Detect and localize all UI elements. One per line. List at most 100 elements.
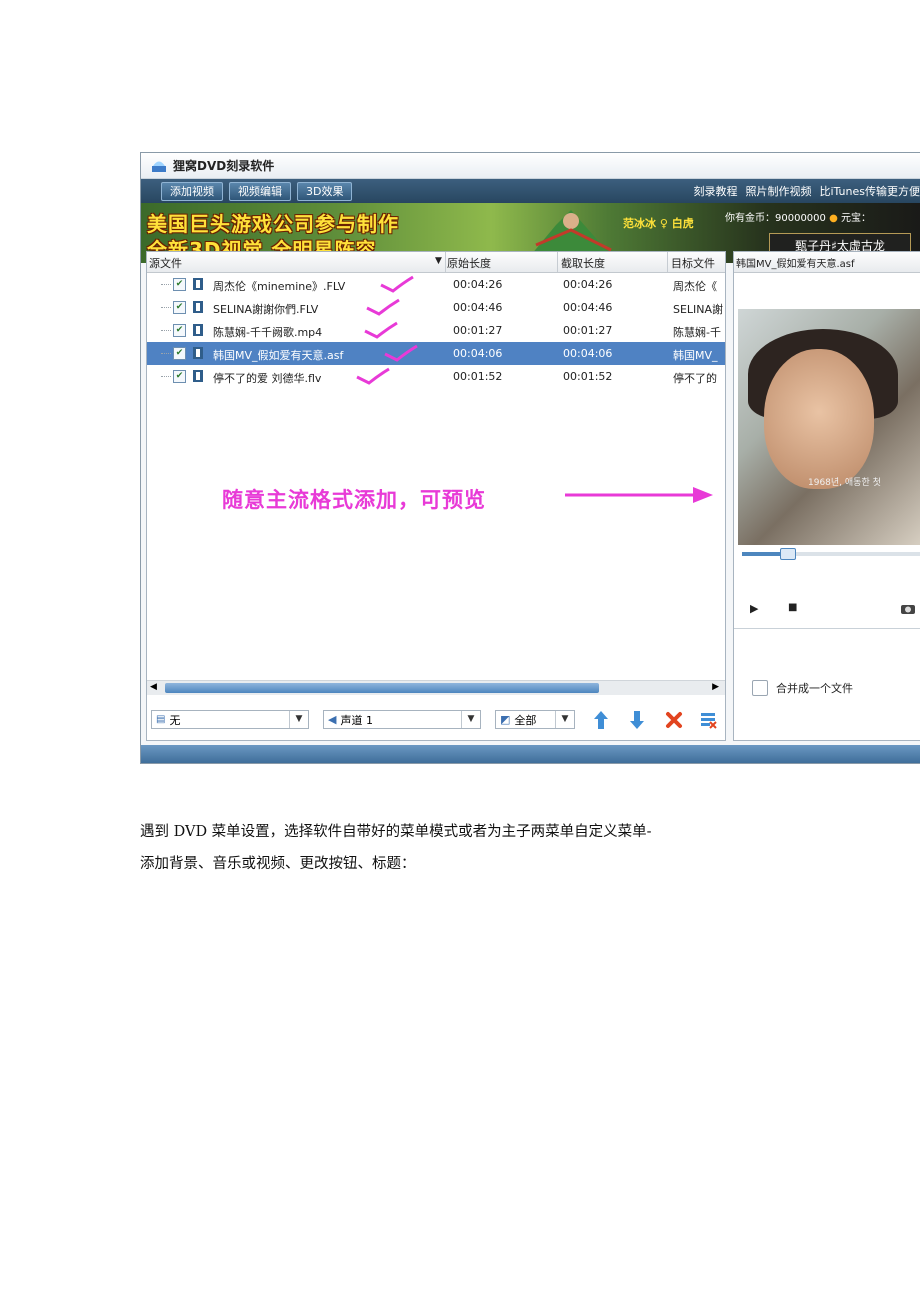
move-up-icon[interactable] [593,710,609,730]
cut-length: 00:01:27 [563,324,613,337]
col-cut-length[interactable]: 截取长度 [561,255,605,271]
annotation-text: 随意主流格式添加，可预览 [222,488,486,512]
title-bar: 狸窝DVD刻录软件 [141,153,920,179]
film-icon [193,301,203,313]
photo-video-link[interactable]: 照片制作视频 [745,183,811,199]
sort-arrow-icon: ▼ [435,256,442,266]
row-checkbox[interactable]: ✔ [173,347,186,360]
row-checkbox[interactable]: ✔ [173,370,186,383]
row-checkbox[interactable]: ✔ [173,278,186,291]
status-bar [141,745,920,763]
horizontal-scrollbar[interactable]: ◀ ▶ [147,680,725,695]
cut-length: 00:04:06 [563,347,613,360]
cut-length: 00:04:26 [563,278,613,291]
camera-icon[interactable] [900,602,916,615]
video-figure-face [764,349,874,489]
check-mark-icon [364,321,398,339]
col-orig-length[interactable]: 原始长度 [447,255,491,271]
paragraph-line-2: 添加背景、音乐或视频、更改按钮、标题： [140,856,416,872]
orig-length: 00:01:52 [453,370,503,383]
row-checkbox[interactable]: ✔ [173,324,186,337]
file-name: 周杰伦《minemine》.FLV [213,280,346,293]
move-down-icon[interactable] [629,710,645,730]
row-checkbox[interactable]: ✔ [173,301,186,314]
film-icon [193,347,203,359]
speaker-icon: ◀ [328,713,337,726]
chevron-down-icon[interactable]: ▼ [289,711,308,728]
merge-label: 合并成一个文件 [776,682,853,695]
check-mark-icon [356,367,390,385]
add-video-button[interactable]: 添加视频 [161,181,223,201]
target-file: 陈慧娴-千 [673,326,721,339]
subtitle-value: 无 [169,713,181,727]
film-icon [193,278,203,290]
target-file: 韩国MV_ [673,349,718,362]
col-source[interactable]: 源文件 [149,255,182,271]
film-icon [193,370,203,382]
app-title: 狸窝DVD刻录软件 [173,159,275,173]
subtitle-select[interactable]: ▤ 无 ▼ [151,710,309,729]
app-window: 狸窝DVD刻录软件 添加视频 视频编辑 3D效果 刻录教程 照片制作视频 比iT… [140,152,920,764]
check-mark-icon [380,275,414,293]
seek-bar[interactable] [742,548,920,560]
orig-length: 00:01:27 [453,324,503,337]
bottom-toolbar: ▤ 无 ▼ ◀ 声道 1 ▼ ◩ 全部 ▼ [147,700,725,740]
file-name: 韩国MV_假如爱有天意.asf [213,349,344,362]
banner-signature: 范冰冰 ♀ 白虎 [623,217,694,230]
orig-length: 00:04:26 [453,278,503,291]
video-edit-button[interactable]: 视频编辑 [229,181,291,201]
paragraph-line-1: 遇到 DVD 菜单设置，选择软件自带好的菜单模式或者为主子两菜单自定义菜单- [140,824,652,840]
table-row[interactable]: ✔ 周杰伦《minemine》.FLV 00:04:26 00:04:26 周杰伦《 [147,273,725,296]
merge-option[interactable]: 合并成一个文件 [752,680,853,696]
merge-checkbox[interactable] [752,680,768,696]
scroll-right-icon[interactable]: ▶ [712,682,719,692]
subtitle-icon: ▤ [156,714,166,725]
file-list-panel: 源文件 ▼ 原始长度 截取长度 目标文件 ✔ 周杰伦《minemine》.FLV 0… [146,251,726,741]
audio-select[interactable]: ◀ 声道 1 ▼ [323,710,481,729]
target-file: SELINA謝 [673,303,724,316]
table-row[interactable]: ✔ 陈慧娴-千千阙歌.mp4 00:01:27 00:01:27 陈慧娴-千 [147,319,725,342]
audio-value: 声道 1 [340,713,373,727]
clear-list-icon[interactable] [699,711,717,729]
chevron-down-icon[interactable]: ▼ [555,711,574,728]
chevron-down-icon[interactable]: ▼ [461,711,480,728]
video-subtitle-text: 1968년, 애동한 첫 [808,478,881,488]
cut-length: 00:04:46 [563,301,613,314]
file-name: 停不了的爱 刘德华.flv [213,372,322,385]
itunes-link[interactable]: 比iTunes传输更方便 [819,183,920,199]
banner-gold: 你有金币：90000000 ● 元宝： [725,213,872,224]
banner-headline: 美国巨头游戏公司参与制作 [147,212,399,236]
table-row[interactable]: ✔ 停不了的爱 刘德华.flv 00:01:52 00:01:52 停不了的 [147,365,725,388]
app-logo-icon [151,159,167,173]
stop-icon[interactable]: ■ [788,602,797,613]
burn-tutorial-link[interactable]: 刻录教程 [693,183,737,199]
play-icon[interactable]: ▶ [750,602,758,615]
table-row[interactable]: ✔ SELINA謝謝你們.FLV 00:04:46 00:04:46 SELINA謝 [147,296,725,319]
3d-effect-button[interactable]: 3D效果 [297,181,353,201]
orig-length: 00:04:46 [453,301,503,314]
range-value: 全部 [514,713,537,727]
file-list-header: 源文件 ▼ 原始长度 截取长度 目标文件 [147,252,725,273]
target-file: 周杰伦《 [673,280,717,293]
main-toolbar: 添加视频 视频编辑 3D效果 刻录教程 照片制作视频 比iTunes传输更方便 [141,179,920,203]
scroll-thumb[interactable] [165,683,599,693]
toolbar-links: 刻录教程 照片制作视频 比iTunes传输更方便 [685,183,920,199]
seek-knob[interactable] [780,548,796,560]
table-row[interactable]: ✔ 韩国MV_假如爱有天意.asf 00:04:06 00:04:06 韩国MV_ [147,342,725,365]
annotation-arrow-icon [565,487,713,503]
divider [734,628,920,629]
range-select[interactable]: ◩ 全部 ▼ [495,710,575,729]
check-mark-icon [384,344,418,362]
range-icon: ◩ [500,713,511,726]
film-icon [193,324,203,336]
scroll-left-icon[interactable]: ◀ [150,682,157,692]
orig-length: 00:04:06 [453,347,503,360]
check-mark-icon [366,298,400,316]
video-preview[interactable]: 1968년, 애동한 첫 [738,309,920,545]
preview-title: 韩国MV_假如爱有天意.asf [734,252,920,273]
col-target[interactable]: 目标文件 [671,255,715,271]
preview-panel: 韩国MV_假如爱有天意.asf 1968년, 애동한 첫 ▶ ■ 合并成一个文件 [733,251,920,741]
file-name: SELINA謝謝你們.FLV [213,303,319,316]
file-name: 陈慧娴-千千阙歌.mp4 [213,326,323,339]
delete-icon[interactable] [665,711,683,729]
